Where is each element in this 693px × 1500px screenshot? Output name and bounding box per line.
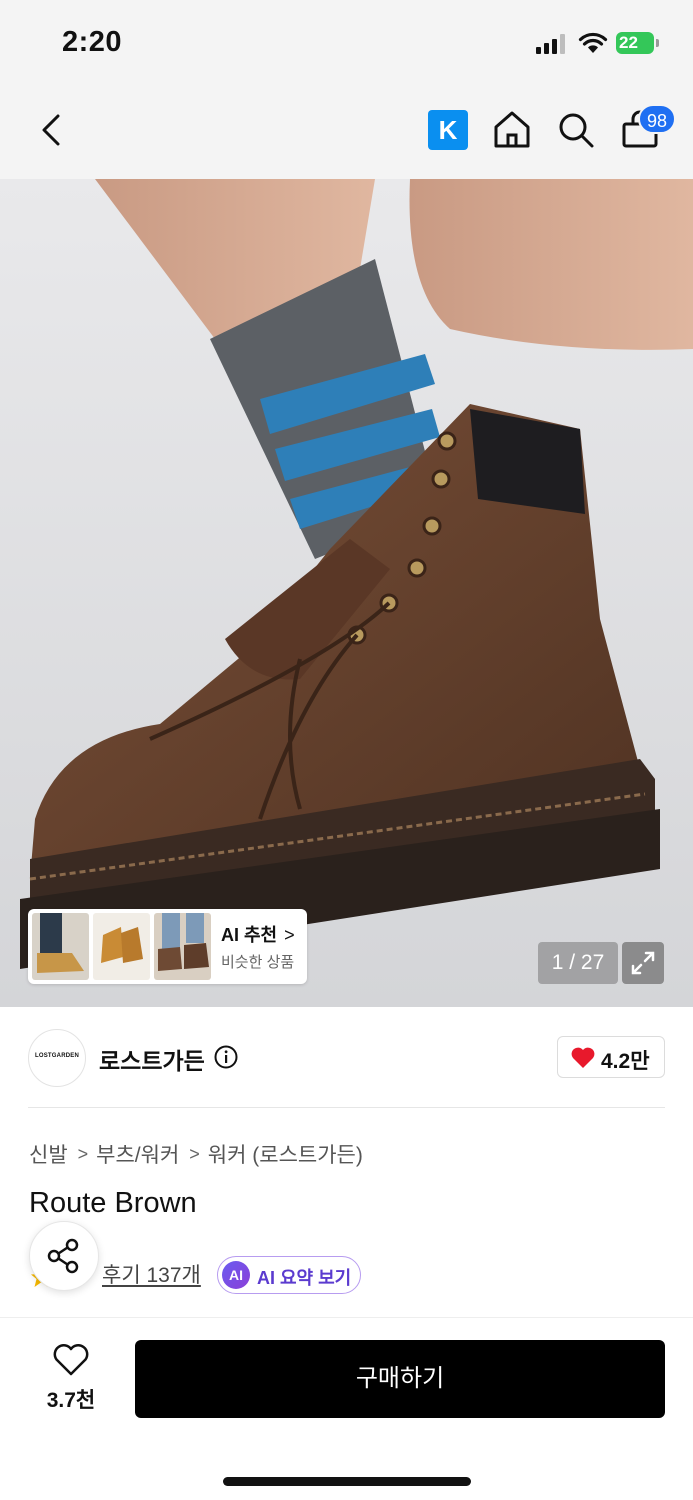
product-title: Route Brown xyxy=(29,1187,197,1219)
recommend-thumbnail[interactable] xyxy=(154,913,211,980)
battery-icon: 22 xyxy=(616,32,660,54)
breadcrumb-separator-icon: > xyxy=(77,1143,89,1164)
wishlist-button[interactable]: 3.7천 xyxy=(38,1340,104,1418)
chevron-right-icon: > xyxy=(284,925,295,945)
bottom-bar-divider xyxy=(0,1317,693,1318)
recommend-thumbnail[interactable] xyxy=(93,913,150,980)
home-indicator xyxy=(223,1477,471,1486)
breadcrumb-separator-icon: > xyxy=(189,1143,200,1164)
k-app-button[interactable]: K xyxy=(428,110,468,150)
home-icon[interactable] xyxy=(490,108,534,152)
ai-summary-label: AI 요약 보기 xyxy=(257,1268,352,1288)
breadcrumb-item[interactable]: 신발 xyxy=(29,1139,68,1169)
back-button[interactable] xyxy=(34,108,68,152)
divider xyxy=(28,1107,665,1108)
ai-summary-button[interactable]: AI AI 요약 보기 xyxy=(217,1256,361,1294)
image-counter: 1 / 27 xyxy=(538,942,618,984)
buy-button[interactable]: 구매하기 xyxy=(135,1340,665,1418)
cellular-signal-icon xyxy=(536,34,565,54)
wifi-icon xyxy=(578,32,608,53)
ai-recommend-title: AI 추천 > xyxy=(221,925,295,945)
breadcrumb-item[interactable]: 부츠/워커 xyxy=(96,1139,179,1169)
ai-badge-icon: AI xyxy=(222,1261,250,1289)
recommend-thumbnail[interactable] xyxy=(32,913,89,980)
product-photo xyxy=(0,179,693,1007)
brand-logo[interactable]: LOSTGARDEN xyxy=(28,1029,86,1087)
share-icon xyxy=(47,1238,79,1274)
search-icon[interactable] xyxy=(554,108,598,152)
heart-filled-icon xyxy=(571,1047,595,1068)
ai-recommend-subtitle: 비슷한 상품 xyxy=(221,954,295,971)
brand-like-button[interactable]: 4.2만 xyxy=(557,1036,665,1078)
heart-outline-icon xyxy=(53,1344,89,1376)
wishlist-count: 3.7천 xyxy=(46,1389,96,1412)
product-image-carousel[interactable] xyxy=(0,179,693,1007)
breadcrumb-item[interactable]: 워커 (로스트가든) xyxy=(208,1139,363,1169)
expand-icon[interactable] xyxy=(622,942,664,984)
status-time: 2:20 xyxy=(62,26,123,58)
brand-name[interactable]: 로스트가든 xyxy=(99,1042,205,1076)
share-button[interactable] xyxy=(29,1221,99,1291)
breadcrumb: 신발 > 부츠/워커 > 워커 (로스트가든) xyxy=(29,1140,363,1168)
battery-level: 22 xyxy=(619,33,638,52)
ai-recommend-card[interactable]: AI 추천 > 비슷한 상품 xyxy=(28,909,307,984)
review-count-link[interactable]: 후기 137개 xyxy=(102,1259,201,1289)
cart-count-badge: 98 xyxy=(638,104,676,134)
brand-like-count: 4.2만 xyxy=(601,1050,650,1073)
info-icon[interactable] xyxy=(214,1045,238,1069)
